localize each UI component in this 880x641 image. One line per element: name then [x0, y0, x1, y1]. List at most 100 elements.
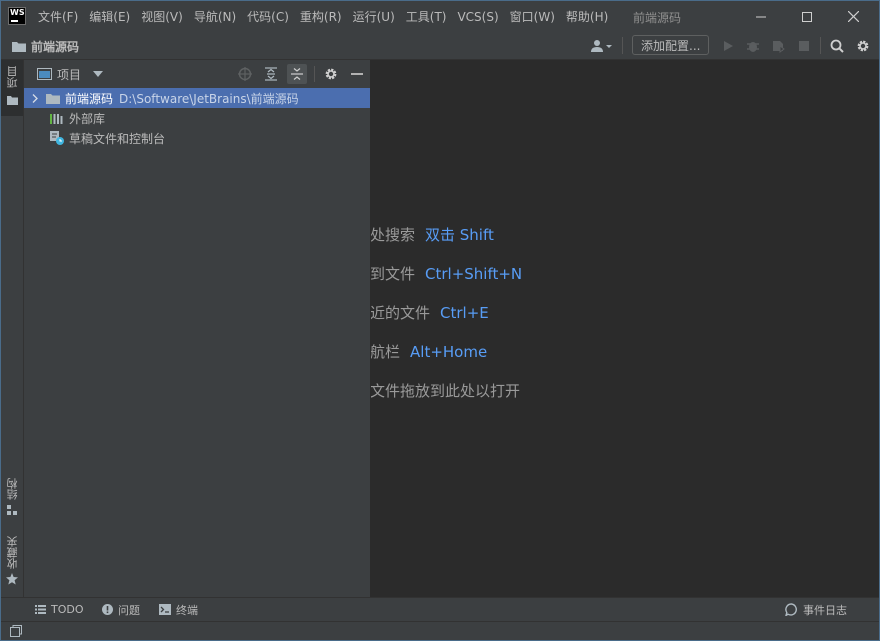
select-opened-file-button[interactable] — [235, 64, 255, 84]
main-menu: 文件(F) 编辑(E) 视图(V) 导航(N) 代码(C) 重构(R) 运行(U… — [38, 1, 619, 32]
library-icon — [50, 113, 63, 124]
project-panel-header: 项目 — [24, 60, 370, 88]
menu-edit[interactable]: 编辑(E) — [89, 8, 130, 25]
add-configuration-button[interactable]: 添加配置... — [632, 35, 710, 55]
menu-code[interactable]: 代码(C) — [247, 8, 289, 25]
hint-text: 航栏 — [371, 343, 401, 361]
problems-tool-button[interactable]: 问题 — [102, 598, 140, 621]
structure-tool-tab[interactable]: 结构 — [1, 474, 23, 518]
search-everywhere-button[interactable] — [828, 37, 846, 55]
toolbar-separator — [622, 37, 623, 54]
scratch-file-icon — [50, 131, 64, 145]
run-button[interactable] — [719, 37, 737, 55]
logo-text: WS — [10, 8, 25, 17]
problems-icon — [102, 604, 113, 615]
hint-text: 到文件 — [371, 265, 416, 283]
minimize-icon — [351, 73, 363, 75]
collapse-all-icon — [291, 68, 303, 80]
hint-search-everywhere: 处搜索 双击 Shift — [371, 224, 494, 245]
navigation-bar: 前端源码 添加配置... — [1, 32, 879, 60]
stop-button[interactable] — [795, 37, 813, 55]
hide-panel-button[interactable] — [347, 64, 367, 84]
collapse-all-button[interactable] — [287, 64, 307, 84]
hint-drop-files: 文件拖放到此处以打开 — [371, 380, 520, 401]
crosshair-icon — [238, 67, 252, 81]
project-tool-tab[interactable]: 项目 — [1, 60, 23, 116]
structure-icon — [7, 505, 17, 515]
gear-icon — [325, 68, 337, 80]
menu-tools[interactable]: 工具(T) — [406, 8, 447, 25]
hint-shortcut: Alt+Home — [410, 343, 488, 361]
breadcrumb-project[interactable]: 前端源码 — [31, 38, 79, 55]
left-tool-strip: 项目 结构 收藏夹 — [1, 60, 24, 597]
run-icon — [724, 41, 733, 51]
close-icon — [847, 11, 859, 22]
settings-button[interactable] — [854, 37, 872, 55]
terminal-label: 终端 — [176, 603, 198, 617]
panel-options-button[interactable] — [321, 64, 341, 84]
folder-icon — [7, 96, 18, 105]
tree-item-external-libraries[interactable]: 外部库 — [24, 108, 370, 128]
tree-item-project-root[interactable]: 前端源码 D:\Software\JetBrains\前端源码 — [24, 88, 370, 108]
hint-recent-files: 近的文件 Ctrl+E — [371, 302, 489, 323]
coverage-icon — [773, 41, 785, 53]
folder-icon — [46, 93, 60, 104]
header-separator — [314, 66, 315, 82]
close-button[interactable] — [830, 1, 876, 32]
project-tool-window: 项目 前端源码 D:\Software\JetBrains\前端源码 外部库 草… — [24, 60, 371, 597]
maximize-button[interactable] — [784, 1, 830, 32]
tree-item-label: 草稿文件和控制台 — [69, 131, 166, 146]
menu-file[interactable]: 文件(F) — [38, 8, 78, 25]
tool-windows-toggle-icon[interactable] — [10, 625, 22, 637]
problems-label: 问题 — [118, 603, 140, 617]
expand-all-button[interactable] — [261, 64, 281, 84]
hint-text: 处搜索 — [371, 226, 416, 244]
expand-all-icon — [265, 67, 277, 81]
search-icon — [830, 39, 844, 53]
gear-icon — [857, 40, 869, 52]
tree-item-scratches[interactable]: 草稿文件和控制台 — [24, 128, 370, 148]
menu-help[interactable]: 帮助(H) — [566, 8, 608, 25]
ide-window: WS 文件(F) 编辑(E) 视图(V) 导航(N) 代码(C) 重构(R) 运… — [0, 0, 880, 641]
event-log-tool-button[interactable]: 事件日志 — [785, 598, 847, 621]
todo-label: TODO — [51, 603, 84, 616]
tree-item-path: D:\Software\JetBrains\前端源码 — [119, 91, 299, 106]
stop-icon — [799, 41, 809, 51]
title-bar: WS 文件(F) 编辑(E) 视图(V) 导航(N) 代码(C) 重构(R) 运… — [1, 1, 879, 32]
todo-tool-button[interactable]: TODO — [35, 598, 84, 621]
menu-refactor[interactable]: 重构(R) — [300, 8, 342, 25]
terminal-tool-button[interactable]: 终端 — [159, 598, 198, 621]
hint-shortcut: 双击 Shift — [425, 226, 494, 244]
menu-navigate[interactable]: 导航(N) — [194, 8, 236, 25]
structure-tab-label: 结构 — [6, 478, 19, 500]
coverage-button[interactable] — [769, 37, 787, 55]
menu-view[interactable]: 视图(V) — [141, 8, 183, 25]
window-title: 前端源码 — [633, 11, 682, 25]
debug-button[interactable] — [744, 37, 762, 55]
menu-vcs[interactable]: VCS(S) — [457, 10, 498, 24]
menu-run[interactable]: 运行(U) — [353, 8, 395, 25]
event-log-icon — [785, 603, 797, 616]
maximize-icon — [802, 11, 812, 22]
account-dropdown[interactable] — [589, 37, 615, 55]
minimize-button[interactable] — [738, 1, 784, 32]
debug-bug-icon — [747, 42, 759, 52]
event-log-label: 事件日志 — [803, 603, 847, 617]
user-add-icon — [591, 40, 612, 52]
hint-text: 近的文件 — [371, 304, 431, 322]
logo-bar — [11, 20, 18, 22]
toolbar-separator — [820, 37, 821, 54]
menu-window[interactable]: 窗口(W) — [510, 8, 555, 25]
hint-shortcut: Ctrl+Shift+N — [425, 265, 523, 283]
project-view-icon — [37, 68, 52, 80]
favorites-tool-tab[interactable]: 收藏夹 — [1, 534, 23, 590]
tree-item-label: 外部库 — [69, 111, 106, 126]
hint-navigation-bar: 航栏 Alt+Home — [371, 341, 487, 362]
bottom-tool-bar: TODO 问题 终端 事件日志 — [1, 597, 879, 621]
terminal-icon — [159, 604, 171, 615]
star-icon — [6, 573, 18, 585]
hint-text: 文件拖放到此处以打开 — [371, 382, 521, 400]
view-selector-dropdown[interactable] — [88, 64, 108, 84]
editor-empty-area[interactable]: 处搜索 双击 Shift 到文件 Ctrl+Shift+N 近的文件 Ctrl+E 航… — [371, 60, 879, 597]
webstorm-logo-icon[interactable]: WS — [8, 7, 26, 25]
